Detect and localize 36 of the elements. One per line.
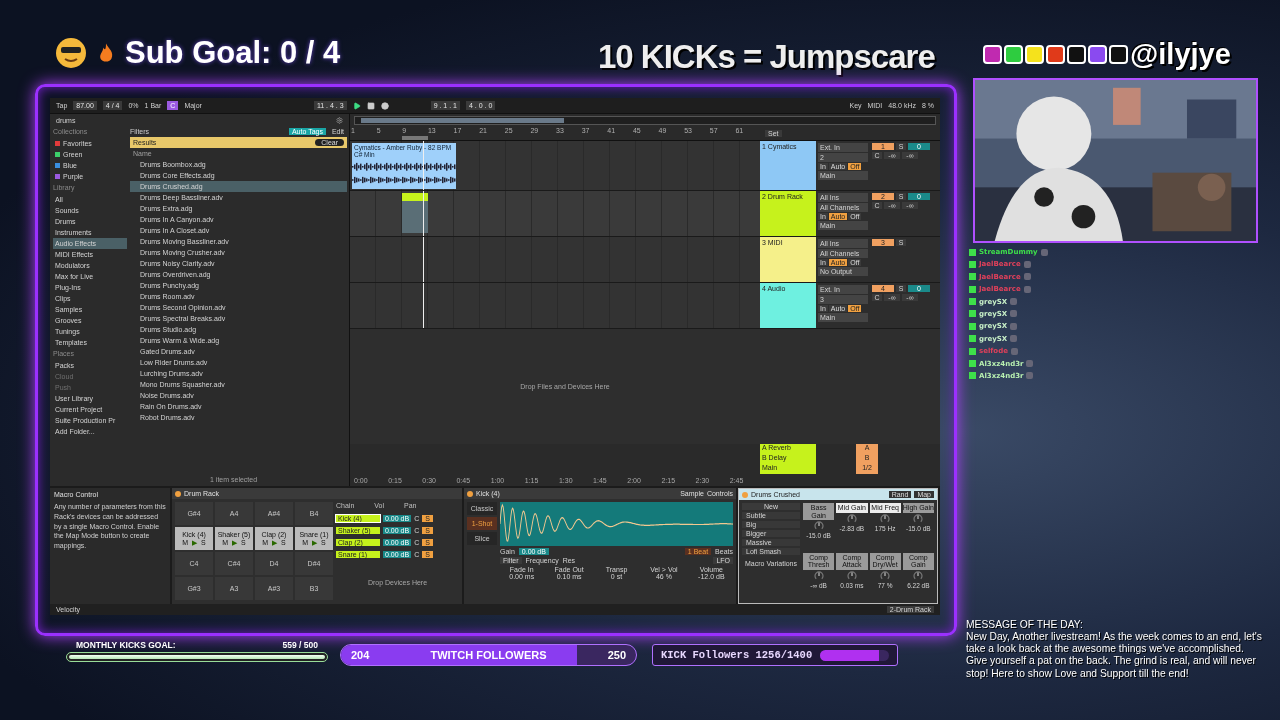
goal-count: 559 / 500 [282, 640, 318, 650]
power-icon[interactable] [175, 490, 181, 497]
social-icon [1088, 45, 1107, 64]
play-icon[interactable] [352, 101, 361, 110]
message-title: MESSAGE OF THE DAY: [966, 619, 1084, 632]
goal-label: MONTHLY KICKS GOAL: [76, 640, 176, 650]
knob-icon[interactable] [812, 521, 825, 532]
overview-bar[interactable] [354, 116, 936, 125]
knob-icon[interactable] [845, 570, 858, 581]
knob-icon[interactable] [879, 513, 892, 524]
knob-icon[interactable] [812, 570, 825, 581]
social-icon [1046, 45, 1065, 64]
social-icon [1025, 45, 1044, 64]
message-text: New Day, Another livestream! As the week comes to an end, let's take a look back at the awesome things we've accomplished. Give yourself a pat on the back. The grind is real, and will never stop! Here to show Love and Support till the end! [966, 631, 1263, 680]
power-icon[interactable] [467, 490, 473, 497]
jumpscare-headline: 10 KICKs = Jumpscare [598, 38, 935, 75]
sunglasses-emoji-icon [55, 37, 87, 69]
channel-handle: @ilyjye [1130, 38, 1231, 71]
stop-icon[interactable] [366, 101, 375, 110]
knob-icon[interactable] [912, 513, 925, 524]
record-icon[interactable] [380, 101, 389, 110]
followers-start: 204 [351, 649, 370, 661]
midi-clip[interactable] [402, 193, 428, 233]
social-icon [1004, 45, 1023, 64]
knob-icon[interactable] [845, 513, 858, 524]
social-icon [1109, 45, 1128, 64]
knob-icon[interactable] [912, 570, 925, 581]
emote-icon [1040, 248, 1048, 256]
kick-followers-label: KICK Followers 1256/1400 [661, 649, 813, 661]
knob-icon[interactable] [879, 570, 892, 581]
sub-goal-text: Sub Goal: 0 / 4 [125, 35, 341, 71]
settings-icon[interactable] [336, 116, 343, 124]
followers-label: TWITCH FOLLOWERS [430, 649, 547, 661]
followers-target: 250 [607, 649, 626, 661]
social-icon [983, 45, 1002, 64]
social-icon [1067, 45, 1086, 64]
